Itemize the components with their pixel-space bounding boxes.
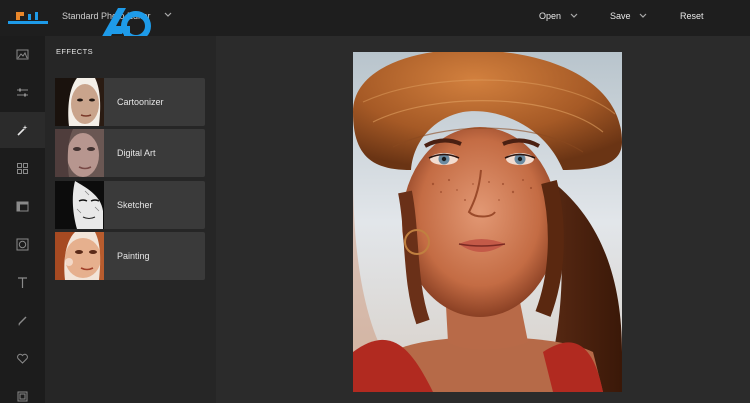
effect-item-sketcher[interactable]: Sketcher <box>55 181 205 229</box>
effect-label: Cartoonizer <box>117 97 164 107</box>
image-icon <box>16 49 29 59</box>
effect-thumbnail <box>55 78 104 126</box>
reset-label: Reset <box>680 11 704 21</box>
chevron-down-icon <box>639 11 647 21</box>
heart-icon <box>17 353 28 364</box>
sliders-icon <box>17 88 28 96</box>
effect-thumbnail <box>55 232 104 280</box>
tool-frames[interactable] <box>0 188 45 224</box>
effect-label: Sketcher <box>117 200 153 210</box>
photo-preview[interactable] <box>353 52 622 392</box>
effect-item-digital-art[interactable]: Digital Art <box>55 129 205 177</box>
grid-icon <box>17 162 28 174</box>
magic-wand-icon <box>17 124 28 136</box>
tool-adjust[interactable] <box>0 74 45 110</box>
text-icon <box>18 276 27 288</box>
tool-image[interactable] <box>0 36 45 72</box>
open-button[interactable]: Open <box>539 11 578 21</box>
effect-thumbnail <box>55 129 104 177</box>
reset-button[interactable]: Reset <box>680 11 704 21</box>
tool-draw[interactable] <box>0 302 45 338</box>
open-label: Open <box>539 11 562 21</box>
tool-collage[interactable] <box>0 150 45 186</box>
effect-label: Digital Art <box>117 148 156 158</box>
top-bar: Standard Photo Editor Open Save Reset <box>0 0 750 44</box>
frame-icon <box>16 201 29 211</box>
effect-label: Painting <box>117 251 150 261</box>
tool-layers[interactable] <box>0 378 45 403</box>
vignette-icon <box>16 238 29 250</box>
effect-thumbnail <box>55 181 104 229</box>
tool-vignette[interactable] <box>0 226 45 262</box>
tool-stickers[interactable] <box>0 340 45 376</box>
canvas-area <box>216 36 750 403</box>
effects-panel: EFFECTS Cartoonizer Digital Art Sketcher… <box>45 36 216 403</box>
tool-text[interactable] <box>0 264 45 300</box>
chevron-down-icon <box>570 11 578 21</box>
layers-icon <box>17 391 28 401</box>
tool-effects[interactable] <box>0 112 45 148</box>
save-button[interactable]: Save <box>610 11 647 21</box>
tool-rail <box>0 36 45 403</box>
effect-item-painting[interactable]: Painting <box>55 232 205 280</box>
save-label: Save <box>610 11 631 21</box>
app-logo <box>8 12 48 24</box>
panel-title: EFFECTS <box>56 47 93 56</box>
effect-item-cartoonizer[interactable]: Cartoonizer <box>55 78 205 126</box>
brush-icon <box>18 316 27 325</box>
chevron-down-icon <box>164 10 172 20</box>
